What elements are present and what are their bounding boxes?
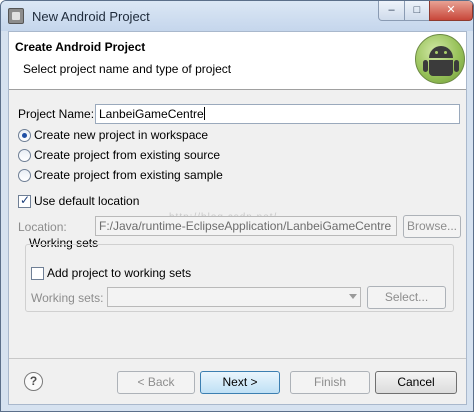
back-button[interactable]: < Back bbox=[117, 371, 195, 394]
location-label: Location: bbox=[18, 220, 67, 234]
project-name-input[interactable]: LanbeiGameCentre bbox=[95, 104, 460, 124]
project-name-label: Project Name: bbox=[18, 107, 95, 121]
radio-new-project-label[interactable]: Create new project in workspace bbox=[34, 128, 208, 142]
title-bar[interactable]: New Android Project – □ ✕ bbox=[1, 1, 473, 31]
window-title: New Android Project bbox=[32, 9, 150, 24]
add-to-working-sets-checkbox[interactable] bbox=[31, 267, 44, 280]
browse-button[interactable]: Browse... bbox=[403, 215, 461, 238]
finish-button[interactable]: Finish bbox=[290, 371, 370, 394]
android-logo-icon bbox=[415, 34, 465, 84]
minimize-button[interactable]: – bbox=[378, 1, 405, 21]
new-android-project-window: New Android Project – □ ✕ Create Android… bbox=[0, 0, 474, 412]
radio-existing-sample[interactable] bbox=[18, 169, 31, 182]
location-input[interactable]: F:/Java/runtime-EclipseApplication/Lanbe… bbox=[95, 216, 397, 236]
radio-new-project[interactable] bbox=[18, 129, 31, 142]
wizard-header: Create Android Project Select project na… bbox=[9, 32, 466, 90]
project-name-value: LanbeiGameCentre bbox=[99, 107, 204, 121]
app-icon bbox=[8, 8, 24, 24]
chevron-down-icon bbox=[349, 294, 357, 299]
help-icon[interactable]: ? bbox=[24, 372, 43, 391]
close-button[interactable]: ✕ bbox=[429, 1, 473, 21]
page-subtitle: Select project name and type of project bbox=[23, 62, 232, 76]
radio-existing-sample-label[interactable]: Create project from existing sample bbox=[34, 168, 223, 182]
dialog-content: Create Android Project Select project na… bbox=[8, 31, 467, 405]
cancel-button[interactable]: Cancel bbox=[375, 371, 457, 394]
footer-separator bbox=[9, 358, 466, 359]
use-default-location-checkbox[interactable] bbox=[18, 193, 31, 208]
working-sets-combo[interactable] bbox=[107, 287, 361, 307]
next-button[interactable]: Next > bbox=[200, 371, 280, 394]
radio-existing-source[interactable] bbox=[18, 149, 31, 162]
maximize-button[interactable]: □ bbox=[404, 1, 430, 21]
add-to-working-sets-label[interactable]: Add project to working sets bbox=[47, 266, 191, 280]
working-sets-label: Working sets: bbox=[31, 291, 104, 305]
use-default-location-label[interactable]: Use default location bbox=[34, 194, 139, 208]
radio-existing-source-label[interactable]: Create project from existing source bbox=[34, 148, 220, 162]
select-button[interactable]: Select... bbox=[367, 286, 446, 309]
page-title: Create Android Project bbox=[15, 40, 146, 54]
